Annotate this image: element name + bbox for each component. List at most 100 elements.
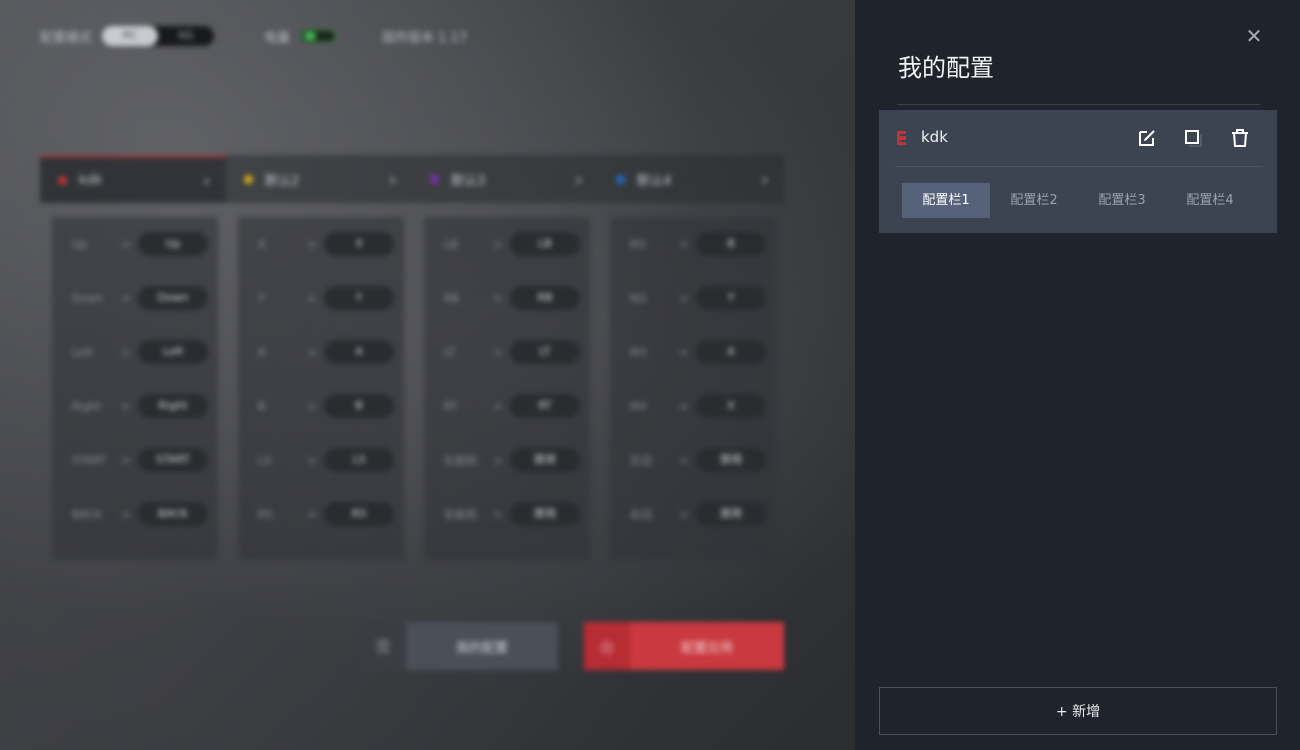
chevron-right-icon: › <box>761 169 768 189</box>
mapping-target[interactable]: A <box>696 340 766 364</box>
mapping-source: 右边 <box>630 508 652 521</box>
arrow-icon: > <box>121 345 131 359</box>
mapping-source: 左边 <box>630 454 652 467</box>
mapping-row: BACK > BACK <box>52 487 218 541</box>
mapping-target[interactable]: Down <box>138 286 208 310</box>
arrow-icon: > <box>307 291 317 305</box>
mapping-target[interactable]: A <box>324 340 394 364</box>
profile-color-dot <box>244 174 253 184</box>
mapping-target[interactable]: 禁用 <box>696 448 766 472</box>
mapping-row: X > X <box>238 217 404 271</box>
mapping-source: RS <box>258 507 273 521</box>
tab-config-slot-2[interactable]: 配置栏2 <box>990 183 1078 218</box>
mapping-column-header[interactable]: 默认4 › <box>598 155 784 203</box>
mapping-row: RT > RT <box>424 379 590 433</box>
mapping-source: Down <box>72 291 104 305</box>
mapping-column-name: 默认3 <box>451 173 486 189</box>
tab-config-slot-3[interactable]: 配置栏3 <box>1078 183 1166 218</box>
arrow-icon: > <box>307 399 317 413</box>
mapping-source: BACK <box>72 507 102 521</box>
mapping-row: 左扳机 > 禁用 <box>424 433 590 487</box>
mapping-target[interactable]: B <box>324 394 394 418</box>
mapping-target[interactable]: Up <box>138 232 208 256</box>
mapping-target[interactable]: Y <box>324 286 394 310</box>
mapping-column-header[interactable]: 默认2 › <box>226 155 412 203</box>
mapping-target[interactable]: 禁用 <box>510 448 580 472</box>
arrow-icon: > <box>493 345 503 359</box>
copy-icon[interactable] <box>1181 127 1203 149</box>
arrow-icon: > <box>307 345 317 359</box>
mapping-column-header[interactable]: 默认3 › <box>412 155 598 203</box>
mapping-row: LS > LS <box>238 433 404 487</box>
close-icon[interactable]: ✕ <box>1244 26 1264 46</box>
mapping-row: M4 > X <box>610 379 776 433</box>
mapping-row: Y > Y <box>238 271 404 325</box>
mapping-target[interactable]: X <box>324 232 394 256</box>
mapping-row: LT > LT <box>424 325 590 379</box>
mode-label: 配置模式 <box>40 30 93 46</box>
mapping-source: RB <box>444 291 460 305</box>
apply-config-button[interactable]: ◎ 配置应用 <box>584 622 784 670</box>
background-app: 配置模式 PC NS 电量 固件版本 1.17 kdk › Up > Up Down > Do… <box>0 0 855 750</box>
mapping-row: B > B <box>238 379 404 433</box>
mapping-source: RT <box>444 399 458 413</box>
mapping-target[interactable]: Right <box>138 394 208 418</box>
mapping-target[interactable]: RS <box>324 502 394 526</box>
mapping-target[interactable]: 禁用 <box>696 502 766 526</box>
arrow-icon: > <box>493 453 503 467</box>
mapping-target[interactable]: B <box>696 232 766 256</box>
mapping-source: M1 <box>630 237 647 251</box>
edit-icon[interactable] <box>1136 127 1158 149</box>
mapping-target[interactable]: Y <box>696 286 766 310</box>
mapping-target[interactable]: LB <box>510 232 580 256</box>
my-config-button[interactable]: ☰ 我的配置 <box>360 622 558 670</box>
delete-icon[interactable] <box>1229 127 1251 149</box>
mapping-target[interactable]: BACK <box>138 502 208 526</box>
mapping-source: 右扳机 <box>444 508 477 521</box>
mapping-target[interactable]: Left <box>138 340 208 364</box>
mapping-target[interactable]: RB <box>510 286 580 310</box>
vibration-toggle[interactable] <box>300 29 337 43</box>
mapping-target[interactable]: LS <box>324 448 394 472</box>
mapping-column-name: kdk <box>79 172 103 188</box>
tab-config-slot-1[interactable]: 配置栏1 <box>902 183 990 218</box>
mapping-row: Right > Right <box>52 379 218 433</box>
mapping-row: 右扳机 > 禁用 <box>424 487 590 541</box>
mapping-target[interactable]: LT <box>510 340 580 364</box>
arrow-icon: > <box>307 507 317 521</box>
arrow-icon: > <box>121 291 131 305</box>
mode-switch[interactable]: PC NS <box>102 26 215 46</box>
add-config-button[interactable]: + 新增 <box>879 687 1277 735</box>
config-slot-tabs: 配置栏1 配置栏2 配置栏3 配置栏4 <box>902 183 1254 218</box>
mapping-source: LB <box>444 237 458 251</box>
mapping-list: LB > LB RB > RB LT > LT RT > RT 左扳机 > 禁用 右扳机 > 禁用 <box>424 217 590 560</box>
config-item-divider <box>895 166 1261 167</box>
mapping-target[interactable]: START <box>138 448 208 472</box>
tab-config-slot-4[interactable]: 配置栏4 <box>1166 183 1254 218</box>
mapping-row: 左边 > 禁用 <box>610 433 776 487</box>
mapping-column: kdk › Up > Up Down > Down Left > Left Right > Right ST… <box>40 155 226 560</box>
profile-color-dot <box>430 174 439 184</box>
mapping-columns: kdk › Up > Up Down > Down Left > Left Right > Right ST… <box>40 155 784 560</box>
mapping-list: Up > Up Down > Down Left > Left Right > Right START >… <box>52 217 218 560</box>
title-divider <box>897 104 1260 105</box>
mapping-target[interactable]: 禁用 <box>510 502 580 526</box>
mapping-source: LS <box>258 453 272 467</box>
arrow-icon: > <box>679 507 689 521</box>
mapping-row: Up > Up <box>52 217 218 271</box>
config-item-card[interactable]: kdk 配置栏1 配置栏2 配置栏3 配置栏4 <box>879 110 1277 233</box>
mode-option-pc[interactable]: PC <box>102 26 159 46</box>
mapping-source: A <box>258 345 266 359</box>
vibration-group: 电量 <box>264 27 337 46</box>
my-config-panel: ✕ 我的配置 kdk 配置栏1 配置栏2 配置栏3 配置栏4 + 新增 <box>855 0 1300 750</box>
mapping-source: 左扳机 <box>444 454 477 467</box>
mode-option-ns[interactable]: NS <box>158 26 214 46</box>
mapping-column-header[interactable]: kdk › <box>40 155 226 203</box>
mapping-target[interactable]: RT <box>510 394 580 418</box>
mapping-source: Right <box>72 399 101 413</box>
arrow-icon: > <box>493 399 503 413</box>
panel-title: 我的配置 <box>898 54 994 82</box>
mapping-target[interactable]: X <box>696 394 766 418</box>
firmware-label: 固件版本 1.17 <box>382 30 468 46</box>
mapping-row: M3 > A <box>610 325 776 379</box>
